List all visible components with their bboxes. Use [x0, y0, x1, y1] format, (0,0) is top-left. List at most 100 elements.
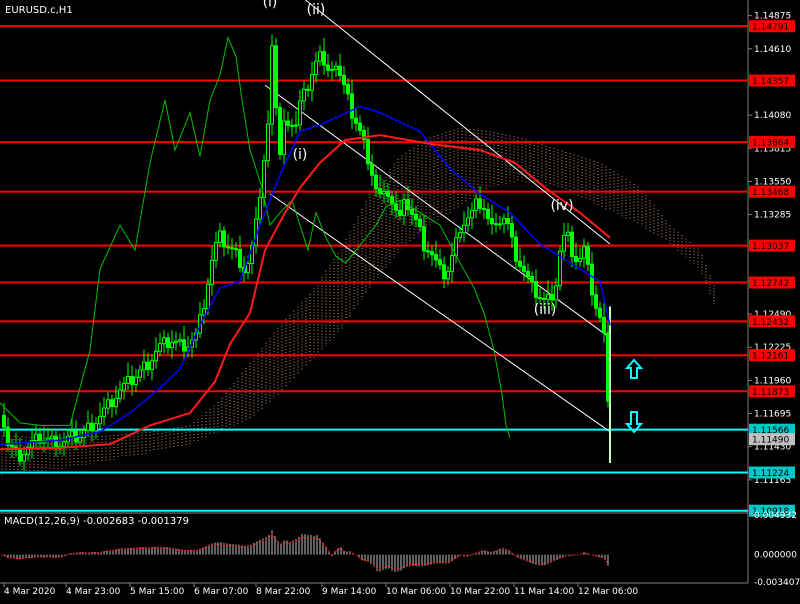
candle-body — [478, 198, 482, 210]
candle-body — [50, 435, 54, 440]
candle-body — [94, 423, 98, 432]
candle-body — [286, 120, 290, 126]
resistance-price-label: 1.14357 — [752, 77, 789, 87]
candle-body — [382, 190, 386, 195]
candle-body — [62, 441, 66, 447]
candle-body — [506, 218, 510, 225]
price-tick-label: 1.11695 — [754, 410, 791, 420]
candle-body — [442, 264, 446, 280]
resistance-price-label: 1.12742 — [752, 279, 789, 289]
candle-body — [514, 236, 518, 262]
candle-body — [322, 51, 326, 66]
candle-body — [282, 120, 286, 155]
candle-body — [70, 430, 74, 437]
candle-body — [410, 208, 414, 215]
candle-body — [246, 263, 250, 274]
candle-body — [310, 74, 314, 91]
candle-body — [486, 208, 490, 220]
price-tick-label: 1.11960 — [754, 376, 791, 386]
candle-body — [22, 453, 26, 462]
candle-body — [174, 340, 178, 344]
candle-body — [178, 339, 182, 342]
candle-body — [374, 174, 378, 190]
candle-body — [430, 251, 434, 256]
time-tick-label: 4 Mar 23:00 — [66, 587, 121, 597]
wave-label: (i) — [293, 147, 308, 163]
candle-body — [434, 254, 438, 261]
candle-body — [122, 382, 126, 391]
candle-body — [414, 213, 418, 220]
candle-body — [358, 122, 362, 131]
candle-body — [338, 65, 342, 76]
candle-body — [110, 399, 114, 407]
candle-body — [542, 297, 546, 300]
wave-label: (iii) — [534, 302, 557, 318]
candle-body — [534, 281, 538, 299]
candle-body — [482, 208, 486, 210]
candle-body — [294, 124, 298, 127]
candle-body — [18, 448, 22, 462]
candle-body — [386, 190, 390, 197]
candle-body — [398, 209, 402, 216]
candle-body — [138, 369, 142, 378]
candle-body — [474, 198, 478, 211]
macd-tick-label: 0.004932 — [754, 511, 797, 521]
candle-body — [154, 350, 158, 362]
candle-body — [218, 230, 222, 243]
candle-body — [342, 74, 346, 86]
resistance-price-label: 1.13037 — [752, 242, 789, 252]
candle-body — [126, 376, 130, 384]
wave-label: (ii) — [307, 2, 326, 18]
candle-body — [6, 426, 10, 446]
candle-body — [210, 259, 214, 285]
candle-body — [130, 376, 134, 385]
resistance-price-label: 1.13468 — [752, 188, 789, 198]
candle-body — [290, 124, 294, 127]
candle-body — [150, 360, 154, 370]
time-tick-label: 4 Mar 2020 — [4, 587, 56, 597]
support-price-label: 1.11224 — [752, 469, 789, 479]
candle-body — [318, 51, 322, 62]
candle-body — [578, 257, 582, 263]
candle-body — [258, 196, 262, 220]
candle-body — [162, 337, 166, 345]
candle-body — [438, 259, 442, 266]
candle-body — [102, 407, 106, 417]
candle-body — [550, 293, 554, 301]
macd-title: MACD(12,26,9) -0.002683 -0.001379 — [4, 516, 189, 527]
candle-body — [538, 297, 542, 299]
candle-body — [302, 88, 306, 102]
candle-body — [582, 246, 586, 259]
candle-body — [2, 414, 6, 428]
candle-body — [466, 217, 470, 226]
candle-body — [82, 429, 86, 439]
time-tick-label: 8 Mar 22:00 — [256, 587, 311, 597]
candle-body — [86, 422, 90, 432]
candle-body — [574, 255, 578, 262]
candle-body — [350, 93, 354, 119]
candle-body — [426, 250, 430, 253]
candle-body — [566, 231, 570, 236]
chart-title: EURUSD.c,H1 — [5, 5, 73, 16]
candle-body — [90, 422, 94, 432]
candle-body — [314, 60, 318, 76]
candle-body — [326, 64, 330, 71]
candle-body — [518, 260, 522, 267]
chart-canvas[interactable]: (i) (ii) (i) (iii) (iv) 1.14875 1.14610 1.1408… — [0, 0, 800, 600]
candle-body — [594, 294, 598, 309]
candle-body — [202, 308, 206, 316]
candle-body — [182, 339, 186, 352]
candle-body — [170, 342, 174, 349]
macd-tick-label: 0.000000 — [754, 551, 797, 561]
candle-body — [502, 218, 506, 225]
resistance-price-label: 1.14791 — [752, 23, 789, 33]
candle-body — [266, 123, 270, 162]
time-tick-label: 10 Mar 06:00 — [386, 587, 446, 597]
candle-body — [278, 107, 282, 155]
candle-body — [118, 389, 122, 399]
resistance-price-label: 1.13864 — [752, 139, 789, 149]
candle-body — [510, 223, 514, 238]
candle-body — [366, 139, 370, 165]
trading-chart[interactable]: (i) (ii) (i) (iii) (iv) 1.14875 1.14610 1.1408… — [0, 0, 800, 600]
time-tick-label: 6 Mar 07:00 — [194, 587, 249, 597]
